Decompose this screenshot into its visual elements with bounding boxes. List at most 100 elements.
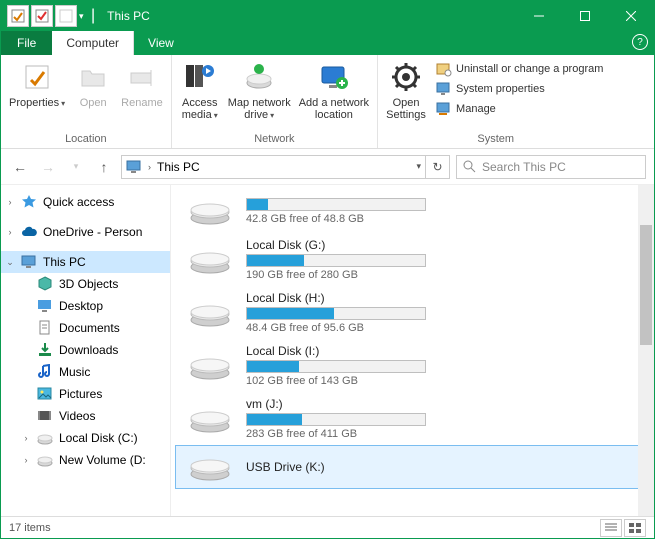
- tree-item[interactable]: Pictures: [1, 383, 170, 405]
- cloud-icon: [21, 224, 37, 240]
- drive-name: Local Disk (I:): [246, 344, 639, 358]
- drive-item[interactable]: USB Drive (K:): [175, 445, 650, 489]
- address-bar[interactable]: › This PC ▾: [121, 155, 426, 179]
- qat-blank-icon[interactable]: [55, 5, 77, 27]
- details-view-button[interactable]: [600, 519, 622, 537]
- tree-item[interactable]: Music: [1, 361, 170, 383]
- drive-free-text: 42.8 GB free of 48.8 GB: [246, 213, 639, 225]
- close-button[interactable]: [608, 1, 654, 31]
- tab-file[interactable]: File: [1, 31, 52, 55]
- drive-name: vm (J:): [246, 397, 639, 411]
- ribbon-group-network: Access media Map network drive Add a net…: [172, 55, 378, 148]
- tree-item[interactable]: › Quick access: [1, 191, 170, 213]
- properties-button[interactable]: Properties: [5, 57, 69, 129]
- open-settings-button[interactable]: Open Settings: [382, 57, 430, 129]
- drive-item[interactable]: Local Disk (H:)48.4 GB free of 95.6 GB: [175, 286, 650, 339]
- uninstall-program-button[interactable]: Uninstall or change a program: [432, 59, 607, 79]
- disk-icon: [37, 430, 53, 446]
- tree-item-label: Local Disk (C:): [59, 431, 138, 445]
- help-button[interactable]: ?: [632, 34, 648, 50]
- tree-item[interactable]: Downloads: [1, 339, 170, 361]
- address-bar-row: ← → ▾ ↑ › This PC ▾ ↻ Search This PC: [1, 149, 654, 185]
- star-icon: [21, 194, 37, 210]
- expand-icon[interactable]: ›: [21, 455, 31, 465]
- settings-icon: [390, 61, 422, 93]
- ribbon-group-system: Open Settings Uninstall or change a prog…: [378, 55, 613, 148]
- tree-item[interactable]: › OneDrive - Person: [1, 221, 170, 243]
- tree-item[interactable]: Desktop: [1, 295, 170, 317]
- qat-dropdown-icon[interactable]: ▾: [79, 11, 87, 22]
- qat-check-icon[interactable]: [31, 5, 53, 27]
- drive-item[interactable]: Local Disk (I:) 102 GB free of 143 GB: [175, 339, 650, 392]
- tree-item-label: Quick access: [43, 195, 114, 209]
- music-icon: [37, 364, 53, 380]
- tree-item[interactable]: ⌄This PC: [1, 251, 170, 273]
- pc-icon: [126, 159, 142, 175]
- system-properties-button[interactable]: System properties: [432, 79, 607, 99]
- search-input[interactable]: Search This PC: [456, 155, 646, 179]
- address-path: This PC: [157, 160, 200, 174]
- address-dropdown-icon[interactable]: ▾: [416, 161, 421, 172]
- drive-item[interactable]: 42.8 GB free of 48.8 GB: [175, 189, 650, 233]
- ribbon: Properties Open Rename Location Access m…: [1, 55, 654, 149]
- rename-button[interactable]: Rename: [117, 57, 167, 129]
- add-network-location-button[interactable]: Add a network location: [295, 57, 373, 129]
- maximize-button[interactable]: [562, 1, 608, 31]
- recent-dropdown[interactable]: ▾: [65, 156, 87, 178]
- tree-item[interactable]: Videos: [1, 405, 170, 427]
- desktop-icon: [37, 298, 53, 314]
- uninstall-icon: [436, 61, 452, 77]
- add-network-location-icon: [318, 61, 350, 93]
- tree-item[interactable]: ›New Volume (D:: [1, 449, 170, 471]
- expand-icon[interactable]: ›: [21, 433, 31, 443]
- content-pane[interactable]: 42.8 GB free of 48.8 GB Local Disk (G:)19…: [171, 185, 654, 516]
- forward-button[interactable]: →: [37, 156, 59, 178]
- drive-icon: [186, 296, 234, 330]
- expand-icon[interactable]: ›: [5, 197, 15, 207]
- up-button[interactable]: ↑: [93, 156, 115, 178]
- tree-item-label: Documents: [59, 321, 120, 335]
- tree-item[interactable]: Documents: [1, 317, 170, 339]
- map-network-drive-icon: [243, 61, 275, 93]
- refresh-button[interactable]: ↻: [426, 155, 450, 179]
- tree-item-label: 3D Objects: [59, 277, 118, 291]
- tiles-view-button[interactable]: [624, 519, 646, 537]
- vertical-scrollbar[interactable]: [638, 185, 654, 516]
- pc-icon: [21, 254, 37, 270]
- navigation-pane[interactable]: › Quick access › OneDrive - Person ⌄This PC 3…: [1, 185, 171, 516]
- tab-view[interactable]: View: [134, 31, 188, 55]
- manage-icon: [436, 101, 452, 117]
- tree-item-label: Pictures: [59, 387, 102, 401]
- open-button[interactable]: Open: [69, 57, 117, 129]
- status-bar: 17 items: [1, 516, 654, 538]
- drive-item[interactable]: vm (J:)283 GB free of 411 GB: [175, 392, 650, 445]
- minimize-button[interactable]: [516, 1, 562, 31]
- drive-icon: [186, 349, 234, 383]
- qat-properties-icon[interactable]: [7, 5, 29, 27]
- drive-item[interactable]: Local Disk (G:)190 GB free of 280 GB: [175, 233, 650, 286]
- picture-icon: [37, 386, 53, 402]
- drive-free-text: 102 GB free of 143 GB: [246, 375, 639, 387]
- back-button[interactable]: ←: [9, 156, 31, 178]
- tree-item[interactable]: 3D Objects: [1, 273, 170, 295]
- scrollbar-thumb[interactable]: [640, 225, 652, 345]
- chevron-right-icon[interactable]: ›: [148, 162, 151, 172]
- cube-icon: [37, 276, 53, 292]
- doc-icon: [37, 320, 53, 336]
- capacity-bar: [246, 413, 426, 426]
- rename-icon: [126, 61, 158, 93]
- drive-icon: [186, 243, 234, 277]
- access-media-button[interactable]: Access media: [176, 57, 224, 129]
- capacity-bar: [246, 198, 426, 211]
- expand-icon[interactable]: ›: [5, 227, 15, 237]
- tab-computer[interactable]: Computer: [52, 31, 134, 55]
- tree-item[interactable]: › Local Disk (C:): [1, 427, 170, 449]
- drive-icon: [186, 194, 234, 228]
- expand-icon[interactable]: ⌄: [5, 257, 15, 268]
- manage-button[interactable]: Manage: [432, 99, 607, 119]
- map-network-drive-button[interactable]: Map network drive: [224, 57, 295, 129]
- search-icon: [463, 160, 476, 173]
- window-title: This PC: [107, 9, 150, 23]
- disk-icon: [37, 452, 53, 468]
- tree-item-label: OneDrive - Person: [43, 225, 142, 239]
